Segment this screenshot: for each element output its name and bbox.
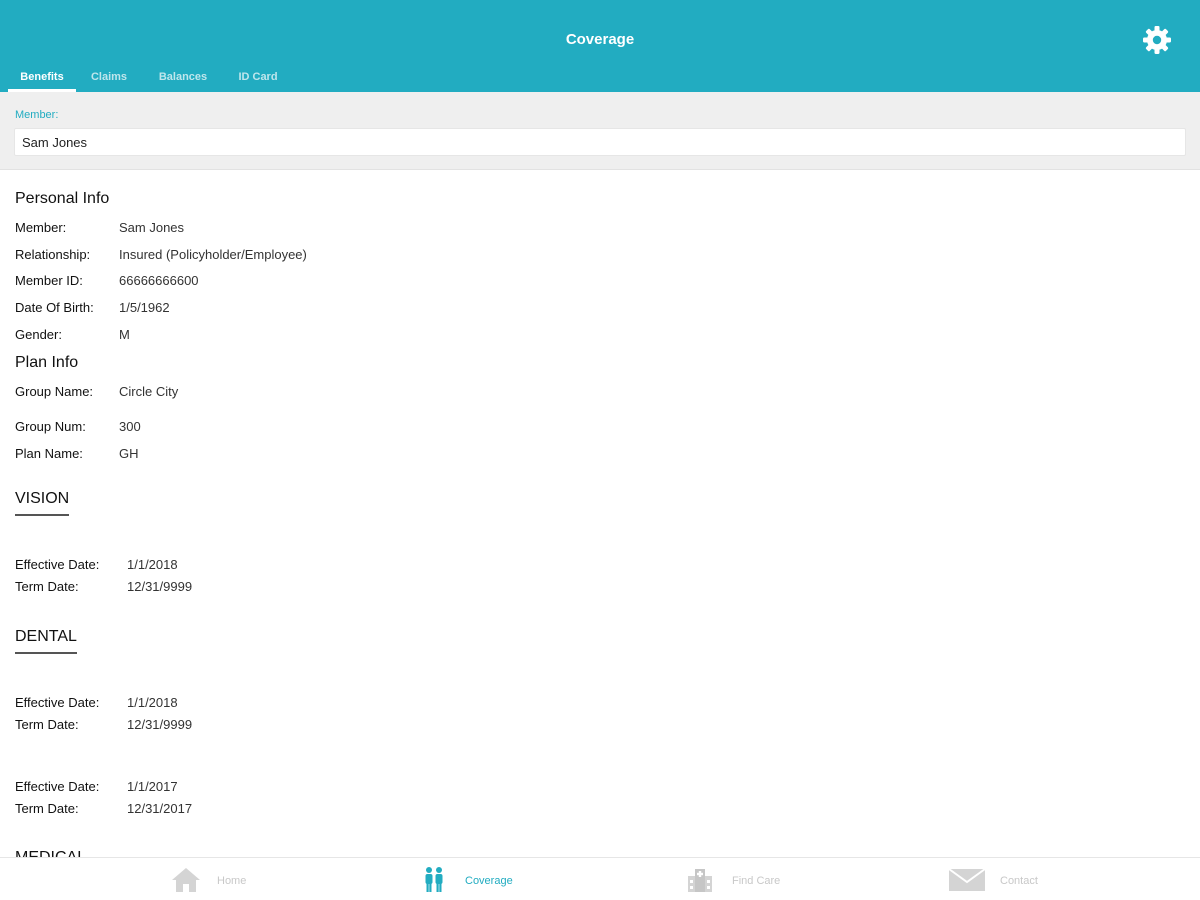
info-value: 300 xyxy=(119,419,141,434)
effective-date-label: Effective Date: xyxy=(15,695,100,710)
info-value: 66666666600 xyxy=(119,273,199,288)
effective-date-value: 1/1/2018 xyxy=(127,557,178,572)
term-date-value: 12/31/9999 xyxy=(127,717,193,732)
info-label: Relationship: xyxy=(15,247,91,262)
effective-date-value: 1/1/2018 xyxy=(127,695,178,710)
tab-claims[interactable]: Claims xyxy=(82,66,136,92)
info-value: Circle City xyxy=(119,384,179,399)
info-label: Group Name: xyxy=(15,384,94,399)
plan-info-heading: Plan Info xyxy=(15,354,79,371)
nav-label: Home xyxy=(217,875,247,887)
term-date-value: 12/31/2017 xyxy=(127,801,193,816)
page-title: Coverage xyxy=(565,31,635,48)
dental-heading: DENTAL xyxy=(15,628,77,654)
benefits-content[interactable]: Personal Info Member: Sam Jones Relation… xyxy=(0,171,1200,857)
app-header: Coverage Benefits Claims Balances ID Car… xyxy=(0,0,1200,92)
nav-contact[interactable]: Contact xyxy=(948,858,1058,900)
effective-date-value: 1/1/2017 xyxy=(127,779,178,794)
tab-id-card[interactable]: ID Card xyxy=(228,66,288,92)
nav-label: Coverage xyxy=(465,875,513,887)
info-label: Member ID: xyxy=(15,273,83,288)
people-icon xyxy=(425,867,443,892)
effective-date-label: Effective Date: xyxy=(15,557,100,572)
member-selector-label: Member: xyxy=(15,109,59,121)
term-date-label: Term Date: xyxy=(15,717,79,732)
tab-bar: Benefits Claims Balances ID Card xyxy=(0,66,1200,92)
term-date-label: Term Date: xyxy=(15,579,79,594)
vision-heading: VISION xyxy=(15,490,70,516)
tab-benefits[interactable]: Benefits xyxy=(8,66,76,92)
info-label: Date Of Birth: xyxy=(15,300,94,315)
info-value: 1/5/1962 xyxy=(119,300,170,315)
member-select-field[interactable]: Sam Jones xyxy=(14,128,1186,156)
tab-balances[interactable]: Balances xyxy=(148,66,218,92)
bottom-nav: Home Coverage Find Care Contact xyxy=(0,857,1200,900)
nav-label: Contact xyxy=(1000,875,1038,887)
building-icon xyxy=(688,869,712,892)
effective-date-label: Effective Date: xyxy=(15,779,100,794)
nav-label: Find Care xyxy=(732,875,781,887)
term-date-label: Term Date: xyxy=(15,801,79,816)
info-label: Member: xyxy=(15,220,67,235)
info-value: Insured (Policyholder/Employee) xyxy=(119,247,307,262)
personal-info-heading: Personal Info xyxy=(15,190,110,207)
term-date-value: 12/31/9999 xyxy=(127,579,193,594)
nav-coverage[interactable]: Coverage xyxy=(422,858,532,900)
info-label: Group Num: xyxy=(15,419,86,434)
gear-icon[interactable] xyxy=(1141,24,1173,56)
nav-home[interactable]: Home xyxy=(170,858,280,900)
info-value: GH xyxy=(119,446,139,461)
nav-find-care[interactable]: Find Care xyxy=(686,858,796,900)
info-label: Plan Name: xyxy=(15,446,83,461)
info-label: Gender: xyxy=(15,327,62,342)
medical-heading: MEDICAL xyxy=(15,849,86,857)
info-value: Sam Jones xyxy=(119,220,185,235)
home-icon xyxy=(172,868,200,892)
info-value: M xyxy=(119,327,130,342)
envelope-icon xyxy=(948,868,986,891)
member-selector-bar: Member: Sam Jones xyxy=(0,92,1200,170)
